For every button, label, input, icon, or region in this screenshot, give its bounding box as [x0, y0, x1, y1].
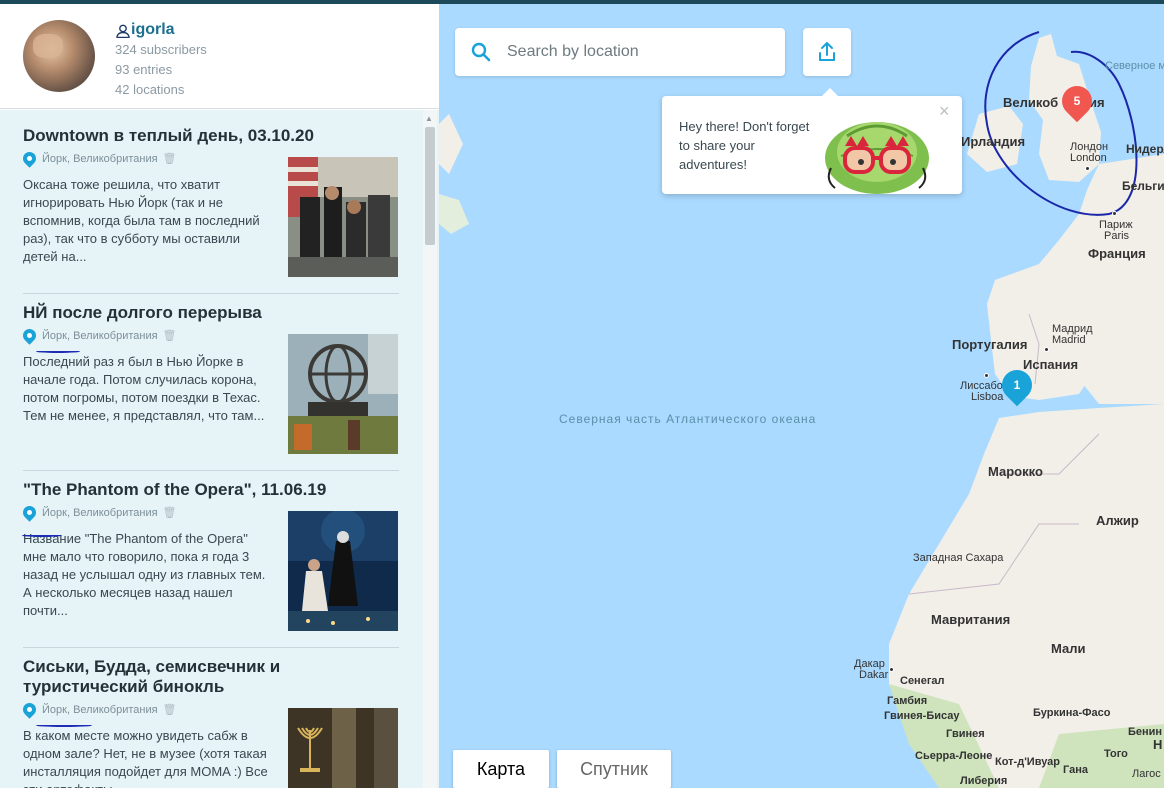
subscribers-count[interactable]: 324 subscribers [115, 42, 207, 57]
map-label-belgium: Бельгия [1122, 179, 1164, 193]
map-label-gambia: Гамбия [887, 695, 928, 707]
entry-title[interactable]: Downtown в теплый день, 03.10.20 [23, 126, 399, 146]
map-city-dot [984, 373, 989, 378]
entry-divider [23, 293, 399, 294]
trash-icon[interactable]: 🗑 [163, 703, 177, 716]
map-label-mali: Мали [1051, 641, 1086, 656]
entry-location-label: Йорк, Великобритания [42, 330, 158, 342]
profile-header: igorla 324 subscribers 93 entries 42 loc… [0, 4, 439, 109]
location-pin-icon [20, 502, 39, 522]
map-view[interactable]: Великоб ия Ирландия Лондон London Северн… [439, 4, 1164, 788]
entry-excerpt: Название "The Phantom of the Opera" мне … [23, 531, 266, 618]
entry-location-label: Йорк, Великобритания [42, 507, 158, 519]
locations-count[interactable]: 42 locations [115, 82, 184, 97]
entry-title[interactable]: Сиськи, Будда, семисвечник и туристическ… [23, 657, 399, 697]
search-icon [471, 42, 491, 62]
map-city-dot [1112, 211, 1117, 216]
map-label-mauritania: Мавритания [931, 612, 1011, 627]
share-button[interactable] [803, 28, 851, 76]
annotation-scribble [22, 534, 62, 537]
tooltip-text: Hey there! Don't forget to share your ad… [679, 119, 810, 172]
entry-excerpt: Последний раз я был в Нью Йорке в начале… [23, 354, 265, 423]
map-label-morocco: Марокко [988, 464, 1043, 479]
map-label-north-sea: Северное море [1105, 60, 1164, 72]
map-label-edge: Н [1153, 737, 1163, 752]
entry-excerpt: Оксана тоже решила, что хватит игнориров… [23, 177, 260, 264]
entry-excerpt: В каком месте можно увидеть сабж в одном… [23, 728, 268, 788]
map-label-uk: Великоб [1003, 95, 1059, 110]
entry-title[interactable]: "The Phantom of the Opera", 11.06.19 [23, 480, 399, 500]
entry-location: Йорк, Великобритания 🗑 [20, 502, 177, 522]
scrollbar-thumb[interactable] [425, 127, 435, 245]
entry-location-label: Йорк, Великобритания [42, 704, 158, 716]
location-pin-icon [20, 325, 39, 345]
cabbage-mascot-icon [825, 122, 929, 194]
search-input[interactable] [507, 40, 767, 64]
annotation-scribble [36, 350, 80, 353]
map-label-guinea-bissau: Гвинея-Бисау [884, 710, 960, 722]
location-pin-icon [20, 148, 39, 168]
entry-location: Йорк, Великобритания 🗑 [20, 148, 177, 168]
entry-photo[interactable] [288, 708, 398, 788]
map-label-ivory-coast: Кот-д'Ивуар [995, 756, 1061, 768]
map-label-lagos: Лагос [1132, 768, 1161, 780]
map-label-togo: Того [1104, 748, 1128, 760]
trash-icon[interactable]: 🗑 [163, 329, 177, 342]
map-label-guinea: Гвинея [946, 728, 985, 740]
map-label-burkina: Буркина-Фасо [1033, 707, 1111, 719]
search-box[interactable] [455, 28, 785, 76]
username[interactable]: igorla [131, 21, 175, 39]
location-pin-icon [20, 699, 39, 719]
map-label-portugal: Португалия [952, 337, 1028, 352]
map-label-ireland: Ирландия [961, 134, 1026, 149]
onboarding-tooltip: Hey there! Don't forget to share your ad… [662, 88, 962, 194]
entry-title[interactable]: НЙ после долгого перерыва [23, 303, 399, 323]
map-label-western-sahara: Западная Сахара [913, 552, 1004, 564]
upload-icon [819, 42, 835, 61]
entry-divider [23, 647, 399, 648]
map-label-senegal: Сенегал [900, 675, 945, 687]
map-label-atlantic: Северная часть Атлантического океана [559, 412, 817, 426]
map-label-france: Франция [1088, 246, 1146, 261]
entry-location: Йорк, Великобритания 🗑 [20, 325, 177, 345]
tab-map[interactable]: Карта [453, 750, 549, 788]
map-label-dakar-en: Dakar [859, 669, 889, 681]
map-city-dot [889, 667, 894, 672]
marker-count[interactable]: 5 [1062, 86, 1092, 116]
map-label-ghana: Гана [1063, 764, 1088, 776]
map-label-madrid-en: Madrid [1052, 334, 1086, 346]
map-label-algeria: Алжир [1096, 513, 1139, 528]
entries-feed[interactable]: Downtown в теплый день, 03.10.20 Йорк, В… [0, 110, 439, 788]
map-label-sierra-leone: Сьерра-Леоне [915, 750, 993, 762]
avatar[interactable] [23, 20, 95, 92]
close-icon[interactable]: × [939, 101, 950, 122]
map-label-netherlands: Нидерл [1126, 142, 1164, 156]
map-label-london-en: London [1070, 152, 1107, 164]
entry-photo[interactable] [288, 511, 398, 631]
entry-divider [23, 470, 399, 471]
trash-icon[interactable]: 🗑 [163, 506, 177, 519]
sidebar: igorla 324 subscribers 93 entries 42 loc… [0, 4, 439, 788]
scroll-up-arrow-icon[interactable]: ▲ [425, 114, 433, 123]
entry-location-label: Йорк, Великобритания [42, 153, 158, 165]
map-city-dot [1085, 166, 1090, 171]
annotation-scribble [36, 724, 92, 727]
user-icon [116, 24, 130, 38]
tab-satellite[interactable]: Спутник [557, 750, 671, 788]
entry-photo[interactable] [288, 157, 398, 277]
marker-count[interactable]: 1 [1002, 370, 1032, 400]
map-label-lisbon-en: Lisboa [971, 391, 1004, 403]
entry-location: Йорк, Великобритания 🗑 [20, 699, 177, 719]
trash-icon[interactable]: 🗑 [163, 152, 177, 165]
map-city-dot [1044, 347, 1049, 352]
map-label-paris-en: Paris [1104, 230, 1130, 242]
entries-count[interactable]: 93 entries [115, 62, 172, 77]
list-item[interactable]: "The Phantom of the Opera", 11.06.19 Йор… [20, 480, 399, 650]
map-label-liberia: Либерия [960, 775, 1008, 787]
entry-photo[interactable] [288, 334, 398, 454]
list-item[interactable]: Downtown в теплый день, 03.10.20 Йорк, В… [20, 126, 399, 296]
list-item[interactable]: Сиськи, Будда, семисвечник и туристическ… [20, 657, 399, 788]
list-item[interactable]: НЙ после долгого перерыва Йорк, Великобр… [20, 303, 399, 473]
